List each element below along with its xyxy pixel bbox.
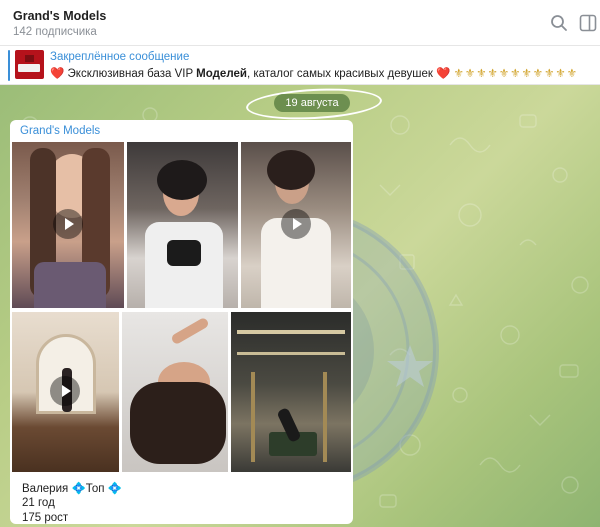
- media-video-1[interactable]: [12, 142, 124, 308]
- pinned-thumbnail: [15, 50, 44, 79]
- model-name: Валерия: [22, 483, 69, 495]
- pinned-indicator: [8, 50, 10, 81]
- diamond-icon: 💠: [71, 483, 86, 495]
- message-author[interactable]: Grand's Models: [20, 125, 100, 137]
- subscriber-count: 142 подписчика: [13, 26, 97, 38]
- sidebar-panel-icon[interactable]: [577, 12, 599, 34]
- caption-name-line: Валерия 💠Топ 💠: [22, 481, 122, 495]
- play-icon[interactable]: [281, 209, 311, 239]
- pinned-message-bar[interactable]: Закреплённое сообщение ❤️ Эксклюзивная б…: [0, 46, 600, 85]
- pinned-text-bold: Моделей: [196, 68, 247, 80]
- media-photo-6[interactable]: [231, 312, 351, 472]
- media-video-3[interactable]: [241, 142, 351, 308]
- media-video-4[interactable]: [12, 312, 119, 472]
- pinned-title: Закреплённое сообщение: [50, 51, 190, 63]
- search-icon[interactable]: [548, 12, 570, 34]
- model-age: 21 год: [22, 497, 55, 509]
- channel-title[interactable]: Grand's Models: [13, 9, 106, 23]
- diamond-icon-2: 💠: [107, 483, 123, 495]
- fleur-de-lis-row: ⚜⚜⚜⚜⚜⚜⚜⚜⚜⚜⚜: [453, 68, 579, 80]
- play-icon[interactable]: [53, 209, 83, 239]
- chat-header: Grand's Models 142 подписчика: [0, 0, 600, 46]
- pinned-text-after: , каталог самых красивых девушек: [246, 68, 433, 80]
- media-photo-5[interactable]: [122, 312, 228, 472]
- top-badge: Топ: [85, 483, 105, 495]
- play-icon[interactable]: [50, 376, 80, 406]
- heart-emoji-2: ❤️: [436, 68, 451, 80]
- heart-emoji: ❤️: [50, 68, 65, 80]
- pinned-text-before: Эксклюзивная база VIP: [67, 68, 193, 80]
- pinned-text: ❤️ Эксклюзивная база VIP Моделей, катало…: [50, 66, 598, 80]
- message-card[interactable]: Grand's Models Валерия 💠Топ 💠 21 год 175…: [10, 120, 353, 524]
- media-photo-2[interactable]: [127, 142, 238, 308]
- date-separator: 19 августа: [274, 94, 350, 112]
- model-height: 175 рост: [22, 512, 69, 524]
